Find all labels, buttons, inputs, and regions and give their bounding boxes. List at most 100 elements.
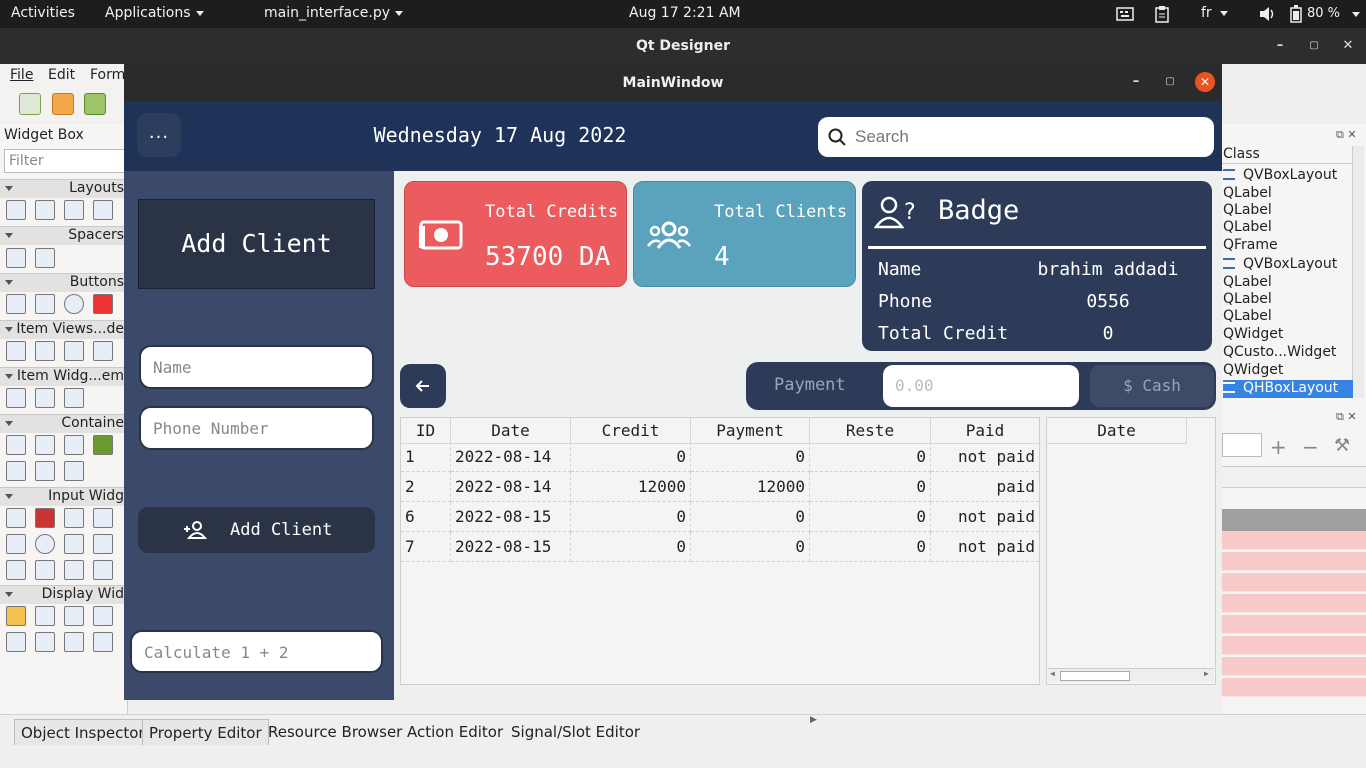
progress-bar-icon[interactable] xyxy=(35,632,55,652)
inspector-row[interactable]: QWidget xyxy=(1223,362,1351,380)
mdi-area-icon[interactable] xyxy=(64,461,84,481)
time-edit-icon[interactable] xyxy=(35,534,55,554)
inspector-row[interactable]: QFrame xyxy=(1223,237,1351,255)
tab-widget-icon[interactable] xyxy=(93,435,113,455)
text-browser-icon[interactable] xyxy=(35,606,55,626)
menu-form[interactable]: Form xyxy=(90,67,125,83)
table-cell-reste[interactable]: 0 xyxy=(810,472,931,502)
search-input[interactable]: Search xyxy=(818,117,1214,157)
minimize-icon[interactable]: – xyxy=(1126,72,1146,92)
maximize-icon[interactable]: ▢ xyxy=(1160,72,1180,92)
column-view-icon[interactable] xyxy=(93,341,113,361)
column-header-date[interactable]: Date xyxy=(451,418,571,444)
text-edit-icon[interactable] xyxy=(93,508,113,528)
dial-icon[interactable] xyxy=(6,560,26,580)
property-row[interactable] xyxy=(1222,678,1366,697)
table-cell-credit[interactable]: 0 xyxy=(571,442,691,472)
table-view-icon[interactable] xyxy=(64,341,84,361)
table-cell-id[interactable]: 2 xyxy=(401,472,451,502)
tab-action-editor[interactable]: Action Editor xyxy=(401,719,509,745)
widget-icon[interactable] xyxy=(35,461,55,481)
vertical-layout-icon[interactable] xyxy=(6,200,26,220)
category-item-views[interactable]: Item Views...de xyxy=(0,320,128,339)
table-cell-paid[interactable]: not paid xyxy=(931,442,1039,472)
table-cell-id[interactable]: 7 xyxy=(401,532,451,562)
table-cell-reste[interactable]: 0 xyxy=(810,442,931,472)
lcd-number-icon[interactable] xyxy=(6,632,26,652)
vertical-spacer-icon[interactable] xyxy=(35,248,55,268)
horizontal-spacer-icon[interactable] xyxy=(6,248,26,268)
system-menu-chevron-icon[interactable] xyxy=(1352,12,1360,17)
grid-layout-icon[interactable] xyxy=(64,200,84,220)
inspector-row-selected[interactable]: QHBoxLayout xyxy=(1223,380,1353,398)
scroll-right-icon[interactable]: ▶ xyxy=(1204,669,1209,678)
check-box-icon[interactable] xyxy=(93,294,113,314)
table-cell-payment[interactable]: 0 xyxy=(691,502,810,532)
spin-box-icon[interactable] xyxy=(6,534,26,554)
category-input-widgets[interactable]: Input Widg xyxy=(0,487,128,506)
category-buttons[interactable]: Buttons xyxy=(0,273,128,292)
property-row[interactable] xyxy=(1222,552,1366,571)
close-icon[interactable]: ✕ xyxy=(1195,72,1215,92)
volume-icon[interactable] xyxy=(1259,6,1277,26)
menu-edit[interactable]: Edit xyxy=(48,67,75,83)
inspector-row[interactable]: QLabel xyxy=(1223,274,1351,292)
panel-float-close-icon[interactable]: ⧉ ✕ xyxy=(1336,128,1362,142)
group-box-icon[interactable] xyxy=(6,435,26,455)
keyboard-icon[interactable] xyxy=(1116,6,1134,26)
back-button[interactable] xyxy=(400,364,446,408)
clipboard-icon[interactable] xyxy=(1155,5,1169,27)
property-row[interactable] xyxy=(1222,594,1366,613)
battery-icon[interactable] xyxy=(1290,5,1302,27)
table-cell-date[interactable]: 2022-08-15 xyxy=(451,532,571,562)
table-cell-paid[interactable]: paid xyxy=(931,472,1039,502)
payments-date-table[interactable]: Date ◀ ▶ xyxy=(1046,417,1216,685)
inspector-scrollbar[interactable] xyxy=(1352,146,1364,398)
property-row[interactable] xyxy=(1222,657,1366,676)
graphics-view-icon[interactable] xyxy=(64,606,84,626)
property-filter-input[interactable] xyxy=(1222,433,1262,457)
scroll-right-icon[interactable]: ▶ xyxy=(810,715,824,725)
remove-property-icon[interactable]: − xyxy=(1302,435,1319,459)
form-layout-icon[interactable] xyxy=(93,200,113,220)
table-cell-payment[interactable]: 0 xyxy=(691,532,810,562)
open-folder-icon[interactable] xyxy=(52,93,74,115)
add-client-button[interactable]: Add Client xyxy=(138,507,375,553)
font-combo-box-icon[interactable] xyxy=(35,508,55,528)
table-cell-date[interactable]: 2022-08-15 xyxy=(451,502,571,532)
panel-float-close-icon[interactable]: ⧉ ✕ xyxy=(1336,410,1362,424)
table-cell-paid[interactable]: not paid xyxy=(931,532,1039,562)
payment-amount-input[interactable]: 0.00 xyxy=(883,365,1079,407)
inspector-row[interactable]: QLabel xyxy=(1223,291,1351,309)
frame-icon[interactable] xyxy=(6,461,26,481)
scroll-left-icon[interactable]: ◀ xyxy=(1050,669,1055,678)
maximize-icon[interactable]: ▢ xyxy=(1304,36,1324,56)
table-cell-credit[interactable]: 0 xyxy=(571,532,691,562)
table-cell-payment[interactable]: 12000 xyxy=(691,472,810,502)
property-row[interactable] xyxy=(1222,636,1366,655)
inspector-row[interactable]: QWidget xyxy=(1223,326,1351,344)
list-widget-icon[interactable] xyxy=(6,388,26,408)
key-sequence-edit-icon[interactable] xyxy=(93,560,113,580)
menu-button[interactable]: ... xyxy=(137,113,181,157)
column-header-reste[interactable]: Reste xyxy=(810,418,931,444)
column-header-id[interactable]: ID xyxy=(401,418,451,444)
tab-property-editor[interactable]: Property Editor xyxy=(142,719,269,745)
tab-resource-browser[interactable]: Resource Browser xyxy=(262,719,408,745)
inspector-row[interactable]: QVBoxLayout xyxy=(1223,167,1351,185)
list-view-icon[interactable] xyxy=(6,341,26,361)
table-cell-date[interactable]: 2022-08-14 xyxy=(451,442,571,472)
close-icon[interactable]: ✕ xyxy=(1338,36,1358,56)
add-property-icon[interactable]: + xyxy=(1270,435,1287,459)
calculator-input[interactable]: Calculate 1 + 2 xyxy=(130,630,383,673)
current-app-menu[interactable]: main_interface.py xyxy=(264,5,404,21)
column-header-payment[interactable]: Payment xyxy=(691,418,810,444)
property-row[interactable] xyxy=(1222,573,1366,592)
radio-button-icon[interactable] xyxy=(64,294,84,314)
table-cell-payment[interactable]: 0 xyxy=(691,442,810,472)
date-edit-icon[interactable] xyxy=(64,534,84,554)
scroll-area-icon[interactable] xyxy=(35,435,55,455)
property-section-row[interactable] xyxy=(1222,509,1366,531)
scrollbar-thumb[interactable] xyxy=(1060,671,1130,681)
combo-box-icon[interactable] xyxy=(6,508,26,528)
